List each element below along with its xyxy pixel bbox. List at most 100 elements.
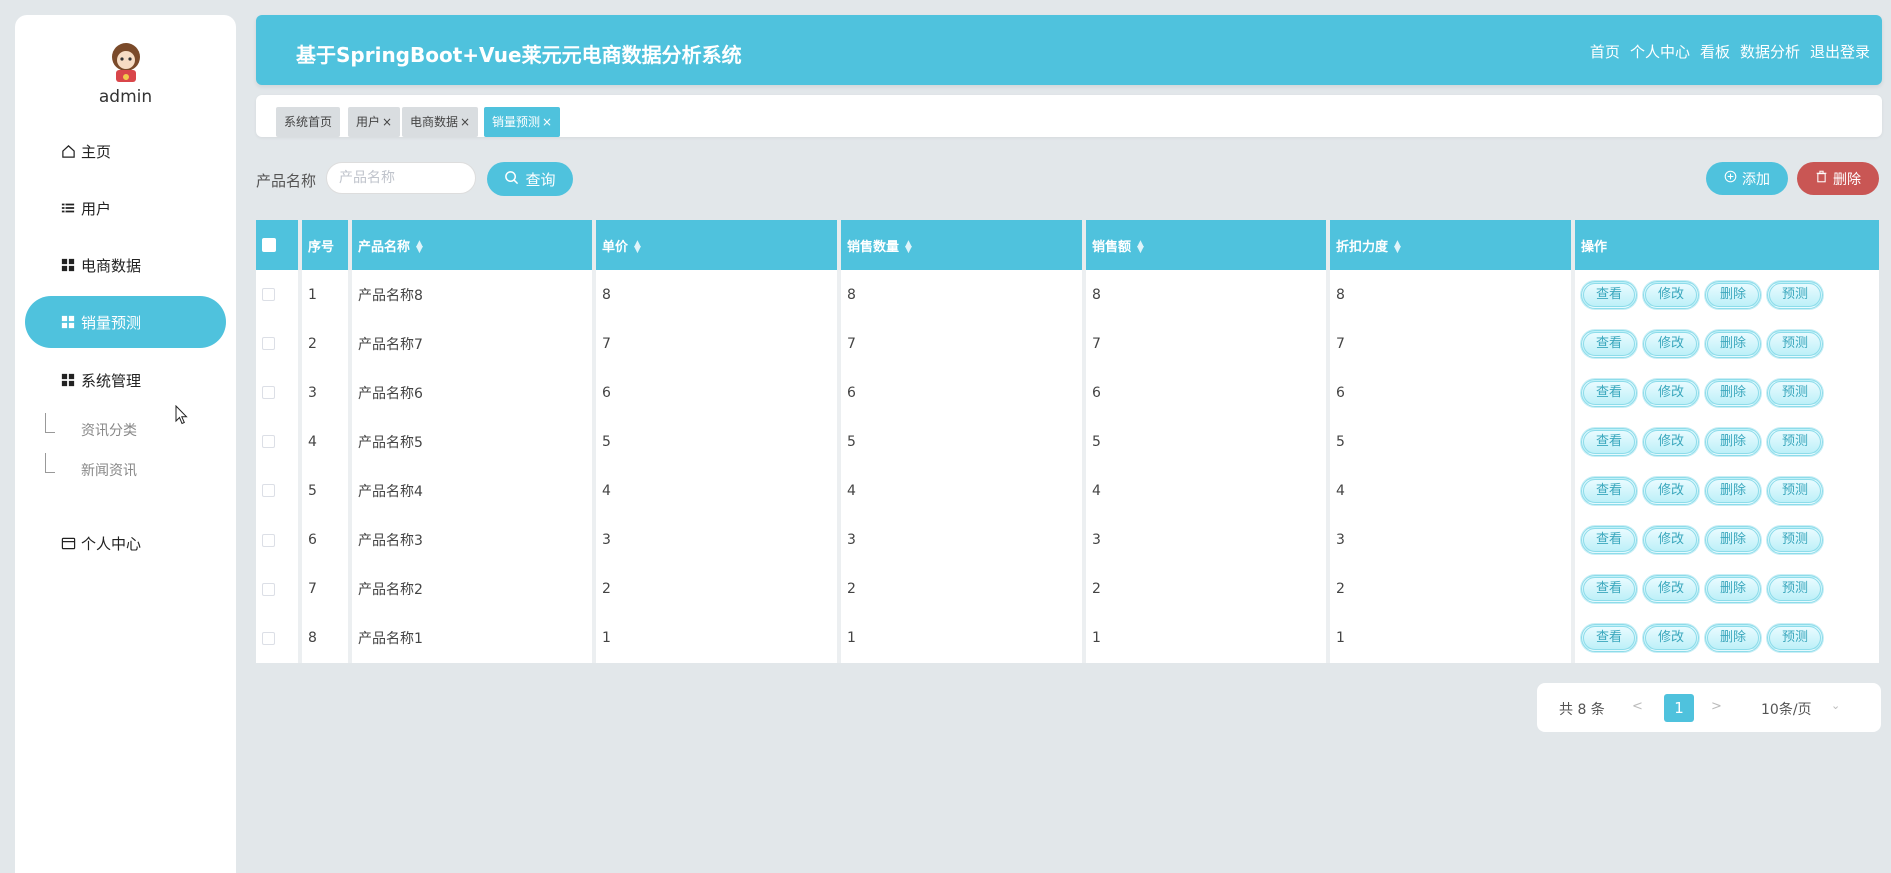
cell-price: 1 [596,613,841,663]
select-all-header[interactable] [256,220,302,270]
query-button[interactable]: 查询 [487,162,573,196]
row-checkbox[interactable] [262,533,275,547]
row-checkbox[interactable] [262,288,275,302]
tree-connector [45,413,55,433]
close-icon[interactable]: × [460,115,470,129]
cell-qty: 3 [841,515,1086,565]
sidebar-item-forecast[interactable]: 销量预测 [25,296,226,348]
edit-button[interactable]: 修改 [1643,329,1699,358]
delete-row-button[interactable]: 删除 [1705,526,1761,555]
sort-icon[interactable]: ▲ ▼ [1137,240,1144,255]
close-icon[interactable]: × [542,115,552,129]
sidebar-item-system[interactable]: 系统管理 [25,354,226,406]
predict-button[interactable]: 预测 [1767,427,1823,456]
predict-button[interactable]: 预测 [1767,378,1823,407]
view-button[interactable]: 查看 [1581,526,1637,555]
nav-analysis[interactable]: 数据分析 [1740,41,1800,62]
predict-button[interactable]: 预测 [1767,624,1823,653]
sidebar-item-ecommerce[interactable]: 电商数据 [25,239,226,291]
select-all-checkbox[interactable] [262,238,276,252]
edit-button[interactable]: 修改 [1643,378,1699,407]
delete-row-button[interactable]: 删除 [1705,329,1761,358]
add-button[interactable]: 添加 [1706,162,1788,195]
sort-icon[interactable]: ▲ ▼ [1394,240,1401,255]
table-row: 3 产品名称6 6 6 6 6 查看 修改 删除 预测 [256,368,1879,418]
sidebar-subitem-news[interactable]: 新闻资讯 [81,460,137,480]
delete-row-button[interactable]: 删除 [1705,378,1761,407]
row-checkbox[interactable] [262,337,275,351]
cell-index: 3 [302,368,352,418]
column-header-name[interactable]: 产品名称 ▲ ▼ [352,220,596,270]
cell-discount: 7 [1330,319,1575,369]
cell-qty: 4 [841,466,1086,516]
view-button[interactable]: 查看 [1581,575,1637,604]
delete-button-label: 删除 [1833,171,1861,188]
sidebar-item-users[interactable]: 用户 [25,182,226,234]
tab-ecommerce[interactable]: 电商数据 × [402,107,479,137]
sidebar-subitem-news-category[interactable]: 资讯分类 [81,420,137,440]
nav-logout[interactable]: 退出登录 [1810,41,1870,62]
column-header-price[interactable]: 单价 ▲ ▼ [596,220,841,270]
search-input[interactable] [326,162,476,194]
predict-button[interactable]: 预测 [1767,329,1823,358]
close-icon[interactable]: × [382,115,392,129]
nav-home[interactable]: 首页 [1590,41,1620,62]
page-size-select[interactable]: 10条/页 [1761,699,1812,719]
data-table: 序号 产品名称 ▲ ▼ 单价 ▲ ▼ 销售数量 ▲ ▼ 销售额 ▲ ▼ 折扣力度 ▲ ▼ 操作 1 … [256,220,1879,663]
edit-button[interactable]: 修改 [1643,575,1699,604]
predict-button[interactable]: 预测 [1767,575,1823,604]
row-checkbox[interactable] [262,484,275,498]
edit-button[interactable]: 修改 [1643,526,1699,555]
delete-button[interactable]: 删除 [1797,162,1879,195]
mouse-cursor-icon [175,404,189,429]
plus-circle-icon [1724,170,1737,187]
column-header-qty[interactable]: 销售数量 ▲ ▼ [841,220,1086,270]
nav-dashboard[interactable]: 看板 [1700,41,1730,62]
edit-button[interactable]: 修改 [1643,476,1699,505]
predict-button[interactable]: 预测 [1767,526,1823,555]
tab-system-home[interactable]: 系统首页 [276,107,341,137]
view-button[interactable]: 查看 [1581,329,1637,358]
column-header-index: 序号 [302,220,352,270]
next-page-icon[interactable]: > [1711,699,1722,714]
delete-row-button[interactable]: 删除 [1705,427,1761,456]
row-checkbox[interactable] [262,582,275,596]
column-header-amount[interactable]: 销售额 ▲ ▼ [1086,220,1330,270]
header-nav: 首页 个人中心 看板 数据分析 退出登录 [1590,41,1870,62]
delete-row-button[interactable]: 删除 [1705,575,1761,604]
column-header-discount[interactable]: 折扣力度 ▲ ▼ [1330,220,1575,270]
sort-icon[interactable]: ▲ ▼ [634,240,641,255]
chevron-down-icon[interactable]: ⌄ [1831,699,1840,712]
view-button[interactable]: 查看 [1581,378,1637,407]
cell-name: 产品名称2 [352,564,596,614]
row-checkbox[interactable] [262,386,275,400]
edit-button[interactable]: 修改 [1643,280,1699,309]
sort-icon[interactable]: ▲ ▼ [416,240,423,255]
view-button[interactable]: 查看 [1581,280,1637,309]
sidebar-item-home[interactable]: 主页 [25,125,226,177]
query-button-label: 查询 [525,170,556,189]
delete-row-button[interactable]: 删除 [1705,476,1761,505]
delete-row-button[interactable]: 删除 [1705,624,1761,653]
view-button[interactable]: 查看 [1581,624,1637,653]
row-checkbox[interactable] [262,631,275,645]
sidebar-item-profile[interactable]: 个人中心 [25,517,226,569]
predict-button[interactable]: 预测 [1767,476,1823,505]
page-number-current[interactable]: 1 [1664,694,1694,722]
view-button[interactable]: 查看 [1581,427,1637,456]
cell-discount: 3 [1330,515,1575,565]
avatar[interactable] [102,37,150,85]
sort-icon[interactable]: ▲ ▼ [905,240,912,255]
view-button[interactable]: 查看 [1581,476,1637,505]
prev-page-icon[interactable]: < [1632,699,1643,714]
cell-amount: 4 [1086,466,1330,516]
tab-forecast[interactable]: 销量预测 × [484,107,561,137]
tab-users[interactable]: 用户 × [348,107,401,137]
edit-button[interactable]: 修改 [1643,427,1699,456]
predict-button[interactable]: 预测 [1767,280,1823,309]
row-checkbox[interactable] [262,435,275,449]
delete-row-button[interactable]: 删除 [1705,280,1761,309]
nav-profile[interactable]: 个人中心 [1630,41,1690,62]
tab-label: 用户 [356,115,381,129]
edit-button[interactable]: 修改 [1643,624,1699,653]
